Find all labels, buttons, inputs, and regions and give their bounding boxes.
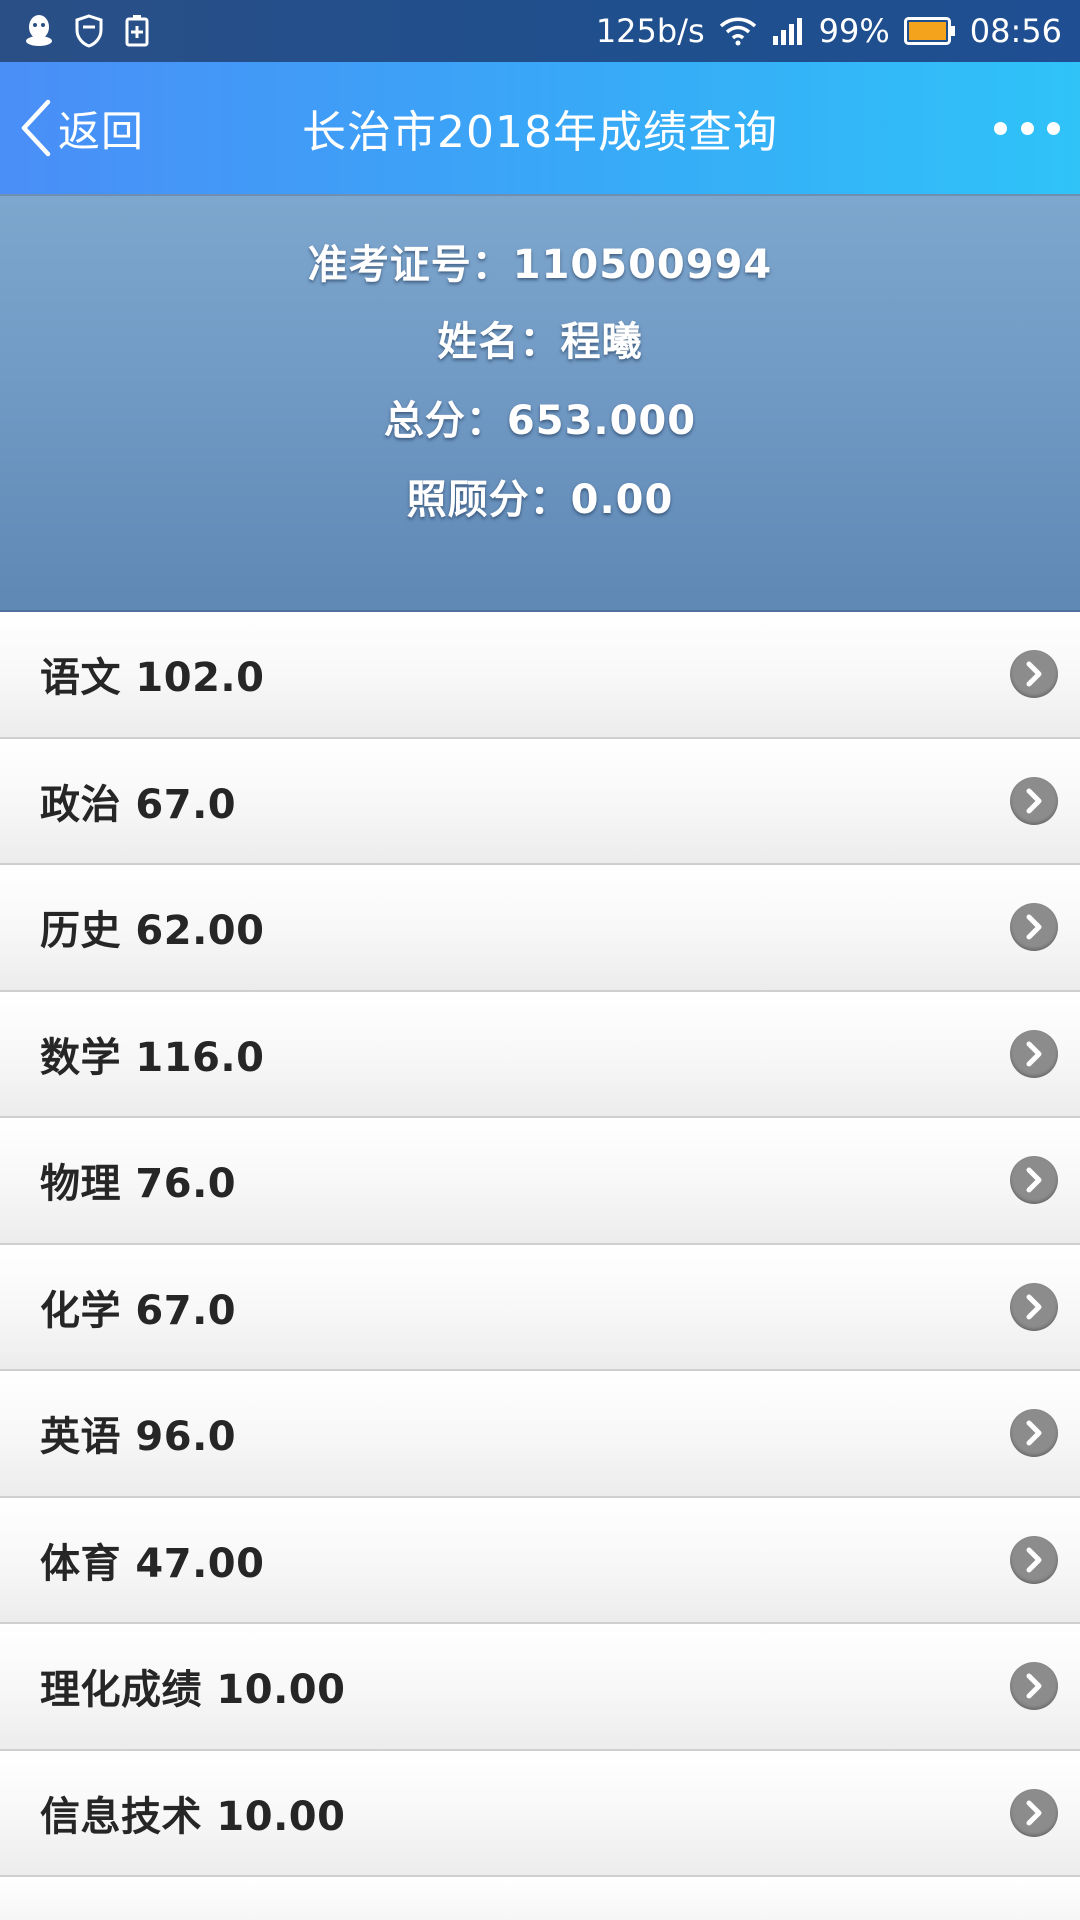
status-bar: 125b/s 99% 08:56 xyxy=(0,0,1080,62)
battery-percent: 99% xyxy=(818,12,890,50)
score-list-item[interactable]: 英语 96.0 xyxy=(0,1371,1080,1498)
shield-icon xyxy=(74,14,104,48)
clock: 08:56 xyxy=(969,12,1062,50)
chevron-right-icon xyxy=(1010,1156,1058,1205)
score-label: 体育 47.00 xyxy=(40,1540,265,1587)
bonus-score: 照顾分：0.00 xyxy=(406,477,674,523)
score-label: 理化成绩 10.00 xyxy=(40,1667,346,1714)
more-button[interactable] xyxy=(994,108,1060,148)
status-left-icons xyxy=(24,0,150,62)
back-button[interactable]: 返回 xyxy=(18,88,144,168)
chevron-right-icon xyxy=(1010,1788,1058,1837)
qq-icon xyxy=(24,14,54,48)
score-list-item[interactable]: 历史 62.00 xyxy=(0,865,1080,992)
score-label: 政治 67.0 xyxy=(40,781,237,828)
exam-id: 准考证号：110500994 xyxy=(307,242,773,288)
chevron-right-icon xyxy=(1010,903,1058,952)
score-label: 英语 96.0 xyxy=(40,1414,237,1461)
score-list: 语文 102.0 政治 67.0 历史 62.00 数学 116.0 物理 76.0 化学… xyxy=(0,612,1080,1877)
score-label: 信息技术 10.00 xyxy=(40,1793,346,1840)
net-speed: 125b/s xyxy=(595,12,705,50)
chevron-right-icon xyxy=(1010,1282,1058,1331)
score-label: 化学 67.0 xyxy=(40,1287,237,1334)
score-list-item[interactable]: 体育 47.00 xyxy=(0,1497,1080,1624)
chevron-right-icon xyxy=(1010,1535,1058,1584)
score-label: 数学 116.0 xyxy=(40,1034,265,1081)
battery-saver-icon xyxy=(124,14,150,48)
score-list-item[interactable]: 物理 76.0 xyxy=(0,1118,1080,1245)
chevron-right-icon xyxy=(1010,1409,1058,1458)
score-list-item[interactable]: 化学 67.0 xyxy=(0,1244,1080,1371)
chevron-left-icon xyxy=(18,98,54,158)
score-list-item[interactable]: 语文 102.0 xyxy=(0,612,1080,739)
score-list-item[interactable]: 信息技术 10.00 xyxy=(0,1750,1080,1877)
more-icon-dot xyxy=(1047,121,1060,135)
score-label: 历史 62.00 xyxy=(40,908,265,955)
nav-bar: 返回 长治市2018年成绩查询 xyxy=(0,62,1080,194)
chevron-right-icon xyxy=(1010,1662,1058,1711)
page-title: 长治市2018年成绩查询 xyxy=(302,107,778,158)
battery-icon xyxy=(903,17,956,45)
more-icon xyxy=(994,121,1007,135)
score-list-item[interactable]: 理化成绩 10.00 xyxy=(0,1624,1080,1751)
signal-icon xyxy=(771,16,805,46)
chevron-right-icon xyxy=(1010,650,1058,699)
status-right: 125b/s 99% 08:56 xyxy=(596,0,1062,62)
student-name: 姓名：程曦 xyxy=(437,319,643,365)
score-list-item[interactable]: 政治 67.0 xyxy=(0,738,1080,865)
back-label: 返回 xyxy=(58,106,145,156)
chevron-right-icon xyxy=(1010,1029,1058,1078)
student-info-panel: 准考证号：110500994 姓名：程曦 总分：653.000 照顾分：0.00 xyxy=(0,194,1080,612)
chevron-right-icon xyxy=(1010,776,1058,825)
total-score: 总分：653.000 xyxy=(383,398,697,444)
score-list-item[interactable]: 数学 116.0 xyxy=(0,991,1080,1118)
more-icon-dot xyxy=(1020,121,1034,135)
score-label: 语文 102.0 xyxy=(40,655,265,702)
wifi-icon xyxy=(719,16,757,46)
score-label: 物理 76.0 xyxy=(40,1161,237,1208)
list-tail xyxy=(0,1877,1080,1920)
